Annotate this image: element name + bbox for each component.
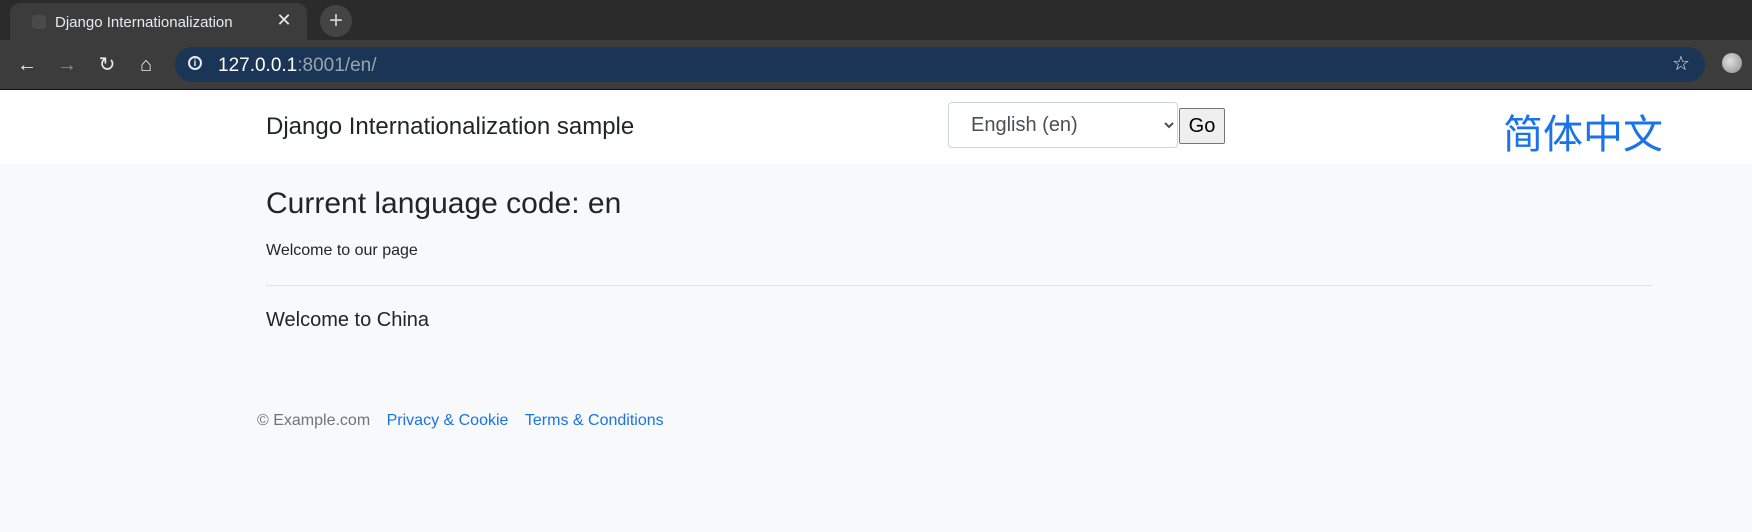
welcome-text: Welcome to our page xyxy=(266,242,418,259)
url-path: :8001/en/ xyxy=(297,55,377,76)
chinese-language-link[interactable]: 简体中文 xyxy=(1503,102,1663,160)
browser-toolbar: ← → ↻ ⌂ i 127.0.0.1:8001/en/ ☆ xyxy=(0,40,1752,90)
url-text[interactable]: 127.0.0.1:8001/en/ xyxy=(218,55,377,77)
go-button[interactable]: Go xyxy=(1179,108,1225,144)
address-bar[interactable]: i 127.0.0.1:8001/en/ ☆ xyxy=(175,47,1705,82)
terms-link[interactable]: Terms & Conditions xyxy=(525,412,664,429)
back-icon[interactable]: ← xyxy=(15,53,39,77)
page: Django Internationalization sample Engli… xyxy=(0,90,1752,532)
welcome-china-text: Welcome to China xyxy=(266,309,430,331)
star-icon[interactable]: ☆ xyxy=(1669,52,1693,76)
favicon-icon xyxy=(32,15,46,29)
browser-tab[interactable]: Django Internationalization ✕ xyxy=(10,3,307,41)
reload-icon[interactable]: ↻ xyxy=(95,53,119,77)
close-tab-icon[interactable]: ✕ xyxy=(273,9,295,31)
extension-icon[interactable] xyxy=(1722,53,1742,73)
forward-icon[interactable]: → xyxy=(55,53,79,77)
home-icon[interactable]: ⌂ xyxy=(134,53,158,77)
privacy-link[interactable]: Privacy & Cookie xyxy=(387,412,509,429)
footer: © Example.com Privacy & Cookie Terms & C… xyxy=(257,412,664,430)
divider xyxy=(266,285,1653,286)
tab-title: Django Internationalization xyxy=(55,14,233,31)
info-icon[interactable]: i xyxy=(188,56,202,70)
site-brand[interactable]: Django Internationalization sample xyxy=(266,113,634,141)
navbar: Django Internationalization sample Engli… xyxy=(0,90,1752,164)
copyright-text: © Example.com xyxy=(257,412,371,429)
language-select[interactable]: English (en) xyxy=(948,102,1178,148)
tab-strip: Django Internationalization ✕ + xyxy=(0,0,1752,41)
language-code-heading: Current language code: en xyxy=(266,187,622,220)
url-host: 127.0.0.1 xyxy=(218,55,298,76)
new-tab-button[interactable]: + xyxy=(320,5,352,37)
